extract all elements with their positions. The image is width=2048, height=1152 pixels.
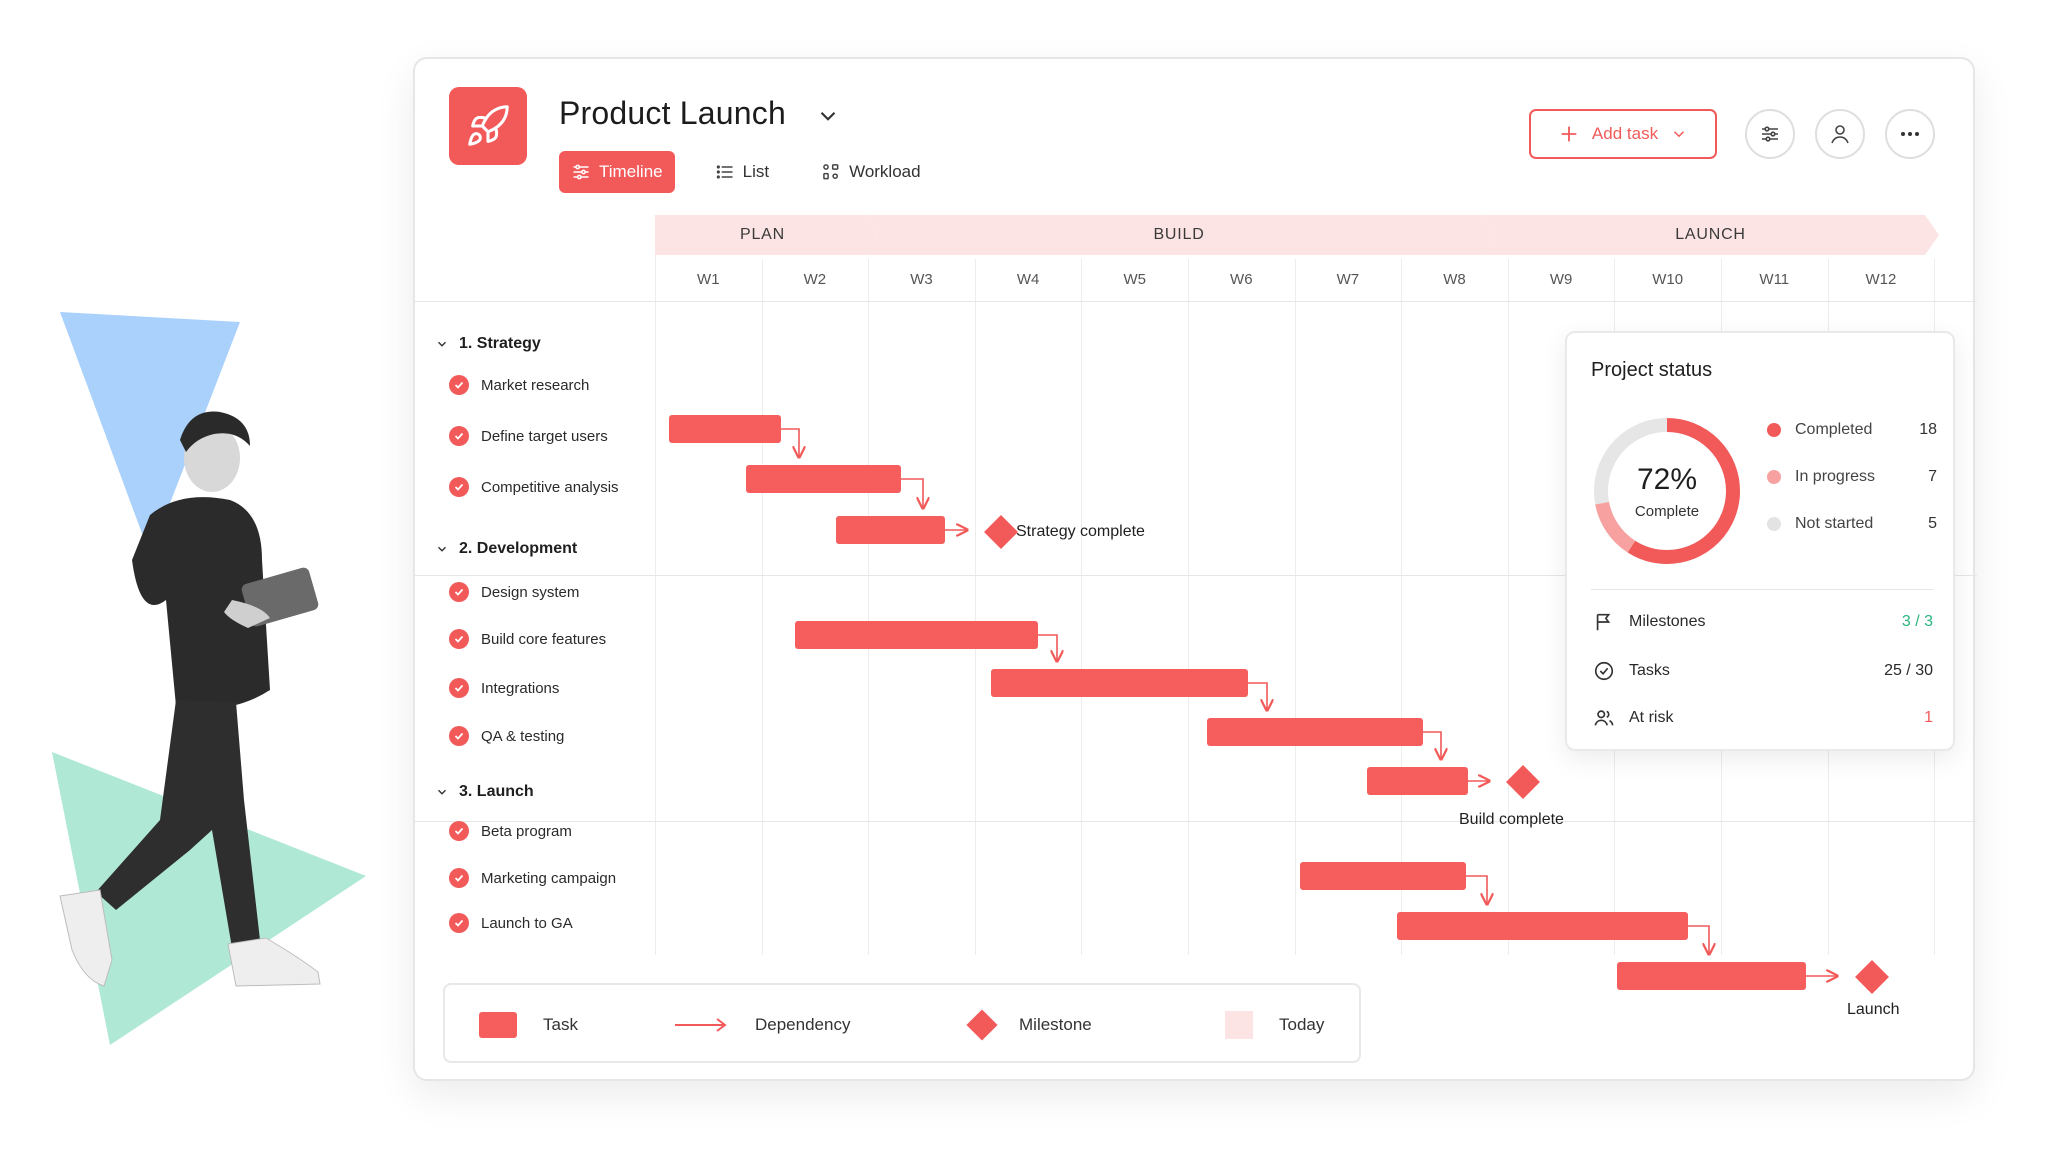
stat-at-risk: At risk 1 [1593,707,1933,729]
check-circle-icon [1594,661,1614,681]
tab-list[interactable]: List [703,151,781,193]
tab-label: Workload [849,162,921,181]
chevron-down-icon [1674,131,1685,138]
divider [1591,589,1933,590]
legend-not-started: Not started 5 [1767,515,1937,533]
legend-value: 7 [1928,468,1937,485]
filter-button[interactable] [1745,109,1795,159]
legend-value: 18 [1919,421,1937,438]
add-task-button[interactable]: Add task [1529,109,1717,159]
project-status-panel: Project status 72% Complete Completed 18… [1565,331,1955,751]
progress-percent: 72% [1636,463,1698,496]
legend-label: Not started [1795,515,1874,532]
plus-icon [1561,126,1577,142]
chevron-down-icon[interactable] [815,103,841,129]
stat-label: Milestones [1629,613,1706,630]
milestone-diamond[interactable] [1855,960,1889,994]
legend-label: In progress [1795,468,1876,485]
users-icon [1594,710,1614,726]
task-bar[interactable] [1617,962,1806,990]
stat-value: 3 / 3 [1901,613,1933,630]
tab-workload[interactable]: Workload [809,151,933,193]
milestone-label: Launch [1847,1001,1900,1018]
key-label: Task [543,1015,578,1034]
flag-icon [1596,613,1611,631]
list-icon [716,165,733,179]
stat-label: At risk [1629,709,1674,726]
stat-label: Tasks [1629,662,1670,679]
legend-key: Task Dependency Milestone Today [443,983,1361,1063]
arrow-right-icon [675,1018,727,1032]
legend-in-progress: In progress 7 [1767,468,1937,486]
key-dependency: Dependency [673,985,850,1065]
project-card: Product Launch Timeline List Workload Ad… [413,57,1977,1081]
key-label: Today [1279,1015,1325,1034]
tab-label: List [742,162,770,181]
stat-value: 1 [1924,709,1933,726]
page-title: Product Launch [559,95,786,131]
today-swatch-icon [1225,1011,1253,1039]
stat-milestones: Milestones 3 / 3 [1593,611,1933,633]
key-today: Today [1225,985,1324,1065]
more-dots-icon [1901,132,1919,136]
status-title: Project status [1591,359,1713,381]
rocket-logo-icon [449,87,527,165]
key-label: Dependency [755,1015,851,1034]
stat-tasks: Tasks 25 / 30 [1593,660,1933,682]
legend-completed: Completed 18 [1767,421,1937,439]
key-milestone: Milestone [965,985,1092,1065]
stat-value: 25 / 30 [1884,662,1933,679]
more-button[interactable] [1885,109,1935,159]
task-swatch-icon [479,1012,517,1038]
dot-icon [1767,423,1781,437]
legend-value: 5 [1928,515,1937,532]
add-task-label: Add task [1591,124,1659,143]
tab-timeline[interactable]: Timeline [559,151,675,193]
decorative-illustration [52,312,366,1045]
user-icon [1831,125,1849,144]
dot-icon [1767,470,1781,484]
legend-label: Completed [1795,421,1873,438]
key-label: Milestone [1019,1015,1092,1034]
tab-label: Timeline [599,162,663,181]
key-task: Task [479,985,578,1065]
workload-icon [823,164,839,180]
progress-subtitle: Complete [1634,503,1700,520]
view-tabs: Timeline List Workload [559,151,933,193]
diamond-icon [966,1009,998,1041]
user-button[interactable] [1815,109,1865,159]
sliders-icon [573,164,589,180]
filter-sliders-icon [1762,126,1778,142]
dot-icon [1767,517,1781,531]
